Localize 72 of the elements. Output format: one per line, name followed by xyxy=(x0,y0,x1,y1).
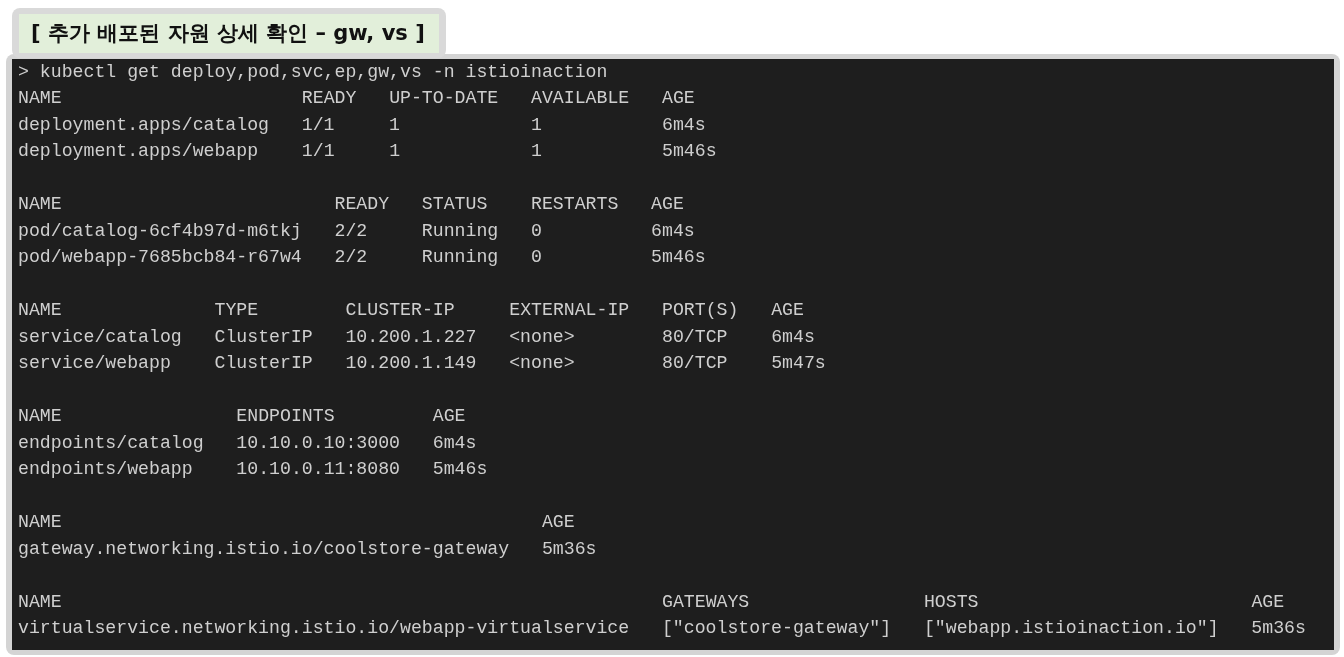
column-header: TYPE xyxy=(214,300,259,320)
table-cell: 10.200.1.149 xyxy=(345,353,477,373)
table-cell: 1/1 xyxy=(301,141,335,161)
column-header: UP-TO-DATE xyxy=(389,88,499,108)
column-header: AGE xyxy=(541,512,575,532)
column-header: NAME xyxy=(18,300,62,320)
column-header: PORT(S) xyxy=(662,300,739,320)
column-header: READY xyxy=(334,194,390,214)
table-cell: 5m47s xyxy=(771,353,826,373)
table-cell: Running xyxy=(421,247,499,267)
column-header: NAME xyxy=(18,194,62,214)
table-cell: 1 xyxy=(389,114,401,135)
table-cell: <none> xyxy=(509,353,575,373)
column-header: READY xyxy=(301,88,357,108)
column-header: NAME xyxy=(18,88,62,108)
column-header: AVAILABLE xyxy=(531,88,630,108)
table-cell: gateway.networking.istio.io/coolstore-gateway xyxy=(18,538,510,559)
column-header: RESTARTS xyxy=(531,194,619,214)
table-cell: 80/TCP xyxy=(662,353,728,373)
table-cell: 6m4s xyxy=(662,114,706,135)
column-header: AGE xyxy=(651,194,684,214)
table-cell: 5m46s xyxy=(662,141,717,161)
table-cell: ClusterIP xyxy=(214,353,313,373)
table-cell: 0 xyxy=(531,247,542,267)
table-cell: deployment.apps/webapp xyxy=(18,141,259,161)
table-cell: 1 xyxy=(389,141,401,161)
table-cell: 5m46s xyxy=(651,247,706,267)
column-header: AGE xyxy=(432,406,466,426)
table-cell: 2/2 xyxy=(334,247,368,267)
table-cell: 1 xyxy=(531,141,542,161)
table-cell: service/catalog xyxy=(18,326,182,347)
command-text: kubectl get deploy,pod,svc,ep,gw,vs -n istioinaction xyxy=(39,61,608,82)
table-cell: pod/catalog-6cf4b97d-m6tkj xyxy=(18,220,302,241)
table-cell: ["webapp.istioinaction.io"] xyxy=(923,618,1219,638)
table-cell: ClusterIP xyxy=(214,326,313,347)
table-cell: 6m4s xyxy=(651,220,695,241)
table-cell: endpoints/catalog xyxy=(18,432,204,453)
table-cell: 5m36s xyxy=(1251,618,1306,638)
table-cell: 0 xyxy=(531,220,542,241)
table-cell: 80/TCP xyxy=(662,326,728,347)
table-cell: 5m46s xyxy=(432,459,488,479)
table-cell: 6m4s xyxy=(771,326,815,347)
table-cell: <none> xyxy=(509,326,575,347)
table-cell: deployment.apps/catalog xyxy=(18,114,270,135)
column-header: HOSTS xyxy=(923,591,979,612)
table-cell: 10.200.1.227 xyxy=(345,326,477,347)
column-header: GATEWAYS xyxy=(661,591,750,612)
table-cell: 1 xyxy=(531,114,542,135)
table-cell: Running xyxy=(421,220,499,241)
table-cell: 10.10.0.11:8080 xyxy=(236,459,401,479)
column-header: CLUSTER-IP xyxy=(345,300,455,320)
table-cell: 5m36s xyxy=(541,538,597,559)
table-cell: endpoints/webapp xyxy=(18,459,193,479)
column-header: STATUS xyxy=(421,194,488,214)
table-cell: 6m4s xyxy=(432,432,477,453)
column-header: NAME xyxy=(18,406,62,426)
table-cell: 10.10.0.10:3000 xyxy=(236,432,400,453)
table-cell: service/webapp xyxy=(18,353,171,373)
table-cell: 2/2 xyxy=(334,220,368,241)
table-cell: pod/webapp-7685bcb84-r67w4 xyxy=(18,247,302,267)
column-header: EXTERNAL-IP xyxy=(509,300,630,320)
column-header: ENDPOINTS xyxy=(236,406,335,426)
column-header: AGE xyxy=(1251,591,1285,612)
prompt-symbol: > xyxy=(18,61,29,82)
column-header: AGE xyxy=(662,88,695,108)
column-header: AGE xyxy=(771,300,804,320)
table-cell: 1/1 xyxy=(301,114,335,135)
table-cell: ["coolstore-gateway"] xyxy=(661,618,892,638)
table-cell: virtualservice.networking.istio.io/webapp-virtualservice xyxy=(18,618,630,638)
column-header: NAME xyxy=(18,591,62,612)
column-header: NAME xyxy=(18,512,62,532)
section-title: [ 추가 배포된 자원 상세 확인 – gw, vs ] xyxy=(19,14,439,53)
